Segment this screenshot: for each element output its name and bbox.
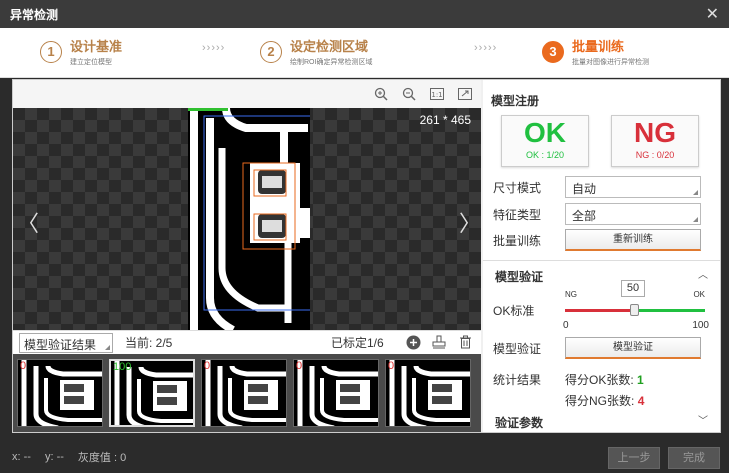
current-index: 当前: 2/5 <box>125 336 173 350</box>
step-bar: 1 设计基准 建立定位模型 ››››› 2 设定检测区域 绘制ROI确定异常检测… <box>0 28 729 78</box>
thumbnail-score: 0 <box>204 360 211 372</box>
step-3[interactable]: 3 批量训练 批量对图像进行异常检测 <box>542 36 649 67</box>
model-register-title: 模型注册 <box>491 94 540 108</box>
thumbnail-score: 0 <box>20 360 27 372</box>
batch-train-label: 批量训练 <box>493 233 542 248</box>
step-arrows-2: ››››› <box>474 42 498 54</box>
zoom-out-icon[interactable] <box>401 86 417 102</box>
cursor-y: y: -- <box>44 451 64 463</box>
close-icon[interactable]: ✕ <box>706 4 719 24</box>
slider-max: 100 <box>692 320 709 331</box>
svg-text:1:1: 1:1 <box>431 91 442 99</box>
ng-count-label: NG : 0/20 <box>635 150 675 160</box>
actual-size-icon[interactable]: 1:1 <box>429 86 445 102</box>
slider-ok-label: OK <box>693 290 705 299</box>
ok-register-box[interactable]: OK OK : 1/20 <box>501 115 589 167</box>
model-verify-title: 模型验证 <box>495 270 544 284</box>
thumbnail-score: 100 <box>113 361 132 373</box>
thumbnail-strip: 0 100 0 0 0 <box>13 354 481 432</box>
slider-min: 0 <box>563 320 569 331</box>
stamp-icon[interactable] <box>431 334 447 350</box>
stats-label: 统计结果 <box>493 373 542 387</box>
size-mode-label: 尺寸模式 <box>493 180 542 195</box>
step-2-subtitle: 绘制ROI确定异常检测区域 <box>290 59 373 66</box>
retrain-button[interactable]: 重新训练 <box>565 229 701 251</box>
view-toolbar: 1:1 <box>13 80 481 108</box>
ok-count-value: 1 <box>637 373 644 387</box>
result-mode-select[interactable]: 模型验证结果 <box>19 332 113 353</box>
feature-type-label: 特征类型 <box>493 207 542 222</box>
thumbnail-score: 0 <box>296 360 303 372</box>
next-image-icon[interactable]: 〉 <box>459 206 481 238</box>
step-2-number: 2 <box>260 40 282 63</box>
cursor-x: x: -- <box>12 451 31 463</box>
step-2-title: 设定检测区域 <box>290 39 369 54</box>
thumbnail-score: 0 <box>388 360 395 372</box>
main-panel: 1:1 〈 〉 261 * 465 模型验证结果 当前: 2/5 已标定1/6 … <box>12 79 721 433</box>
slider-value-box[interactable]: 50 <box>621 280 645 297</box>
thumbnail-item[interactable]: 0 <box>201 359 287 427</box>
ok-count-text: 得分OK张数: <box>565 373 634 387</box>
settings-panel: 模型注册 OK OK : 1/20 NG NG : 0/20 尺寸模式 自动 特… <box>483 80 720 432</box>
ng-count-text: 得分NG张数: <box>565 394 635 408</box>
verify-button[interactable]: 模型验证 <box>565 337 701 359</box>
window-title: 异常检测 <box>10 7 59 22</box>
ng-register-box[interactable]: NG NG : 0/20 <box>611 115 699 167</box>
fit-window-icon[interactable] <box>457 86 473 102</box>
feature-type-select[interactable]: 全部 <box>565 203 701 225</box>
image-dimensions: 261 * 465 <box>419 113 471 127</box>
step-2[interactable]: 2 设定检测区域 绘制ROI确定异常检测区域 <box>260 36 372 67</box>
step-arrows-1: ››››› <box>202 42 226 54</box>
slider-handle[interactable] <box>630 304 639 316</box>
image-viewer[interactable]: 〈 〉 261 * 465 <box>13 108 481 330</box>
step-1-number: 1 <box>40 40 62 63</box>
zoom-in-icon[interactable] <box>373 86 389 102</box>
add-image-icon[interactable] <box>405 334 421 350</box>
thumbnail-item[interactable]: 100 <box>109 359 195 427</box>
ng-count-row: 得分NG张数: 4 <box>565 392 644 409</box>
step-1-subtitle: 建立定位模型 <box>70 59 112 66</box>
collapse-icon[interactable]: ︿ <box>698 266 708 281</box>
verify-params-title[interactable]: 验证参数 <box>495 414 543 431</box>
done-button[interactable]: 完成 <box>668 447 720 469</box>
slider-ng-label: NG <box>565 290 577 299</box>
ok-standard-label: OK标准 <box>493 304 535 318</box>
thumbnail-item[interactable]: 0 <box>293 359 379 427</box>
size-mode-select[interactable]: 自动 <box>565 176 701 198</box>
image-pane: 1:1 〈 〉 261 * 465 模型验证结果 当前: 2/5 已标定1/6 … <box>13 80 481 432</box>
step-3-title: 批量训练 <box>572 39 625 54</box>
image-info-bar: 模型验证结果 当前: 2/5 已标定1/6 <box>13 330 481 354</box>
ok-label: OK <box>524 117 566 148</box>
title-bar: 异常检测 ✕ <box>0 0 729 28</box>
slider-ng-track <box>565 309 635 312</box>
step-1[interactable]: 1 设计基准 建立定位模型 <box>40 36 122 67</box>
ng-count-value: 4 <box>637 394 645 408</box>
prev-image-icon[interactable]: 〈 <box>17 206 39 238</box>
thumbnail-item[interactable]: 0 <box>17 359 103 427</box>
step-3-number: 3 <box>542 40 564 63</box>
pcb-image <box>188 108 323 330</box>
step-1-title: 设计基准 <box>70 39 123 54</box>
thumbnail-item[interactable]: 0 <box>385 359 471 427</box>
gray-value: 灰度值 : 0 <box>77 452 127 464</box>
delete-icon[interactable] <box>457 334 473 350</box>
step-3-subtitle: 批量对图像进行异常检测 <box>572 59 649 66</box>
ok-standard-slider[interactable]: NG OK 50 0 100 <box>563 280 709 331</box>
ok-count-label: OK : 1/20 <box>525 150 565 160</box>
slider-ok-track <box>635 309 705 312</box>
section-divider <box>483 260 720 261</box>
expand-icon[interactable]: ﹀ <box>698 412 708 427</box>
ok-count-row: 得分OK张数: 1 <box>565 371 644 388</box>
prev-step-button[interactable]: 上一步 <box>608 447 660 469</box>
verify-label: 模型验证 <box>493 341 542 356</box>
marked-count: 已标定1/6 <box>331 336 384 350</box>
ng-label: NG <box>634 117 676 148</box>
